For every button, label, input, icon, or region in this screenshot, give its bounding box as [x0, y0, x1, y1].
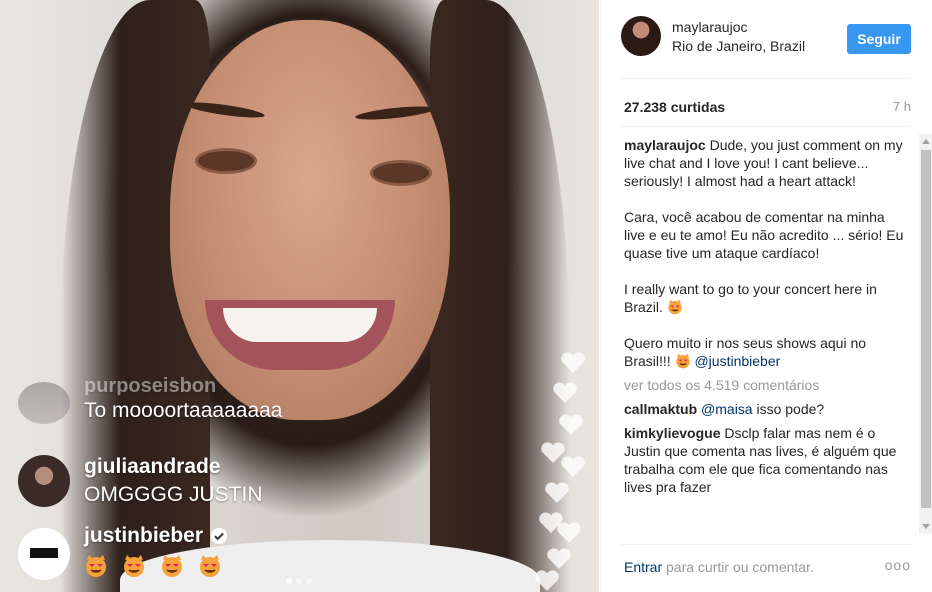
- avatar: [18, 382, 70, 424]
- live-comment-emojis: [84, 554, 230, 584]
- avatar: [18, 455, 70, 507]
- avatar: [18, 528, 70, 580]
- heart-icon: [559, 414, 583, 435]
- heart-icon: [561, 456, 585, 477]
- carousel-dot[interactable]: [306, 578, 312, 584]
- login-link[interactable]: Entrar: [624, 559, 662, 575]
- post-username[interactable]: maylaraujoc: [672, 19, 747, 35]
- photo-eye-left: [195, 148, 257, 174]
- live-comment-user: giuliaandrade: [84, 455, 221, 478]
- heart-icon: [547, 548, 571, 569]
- comment-username[interactable]: callmaktub: [624, 401, 697, 417]
- carousel-dots[interactable]: [286, 578, 312, 584]
- divider: [621, 544, 911, 545]
- avatar[interactable]: [621, 16, 661, 56]
- view-all-comments-link[interactable]: ver todos os 4.519 comentários: [624, 376, 909, 394]
- carousel-dot[interactable]: [296, 578, 302, 584]
- caption-paragraph: I really want to go to your concert here…: [624, 280, 909, 316]
- scroll-up-arrow-icon[interactable]: [922, 139, 930, 144]
- post-header: maylaraujoc Rio de Janeiro, Brazil Segui…: [621, 16, 911, 79]
- heart-icon: [561, 352, 585, 373]
- live-comment-text: OMGGGG JUSTIN: [84, 483, 263, 506]
- heart-eyes-cat-emoji: [161, 555, 182, 577]
- heart-icon: [557, 522, 581, 543]
- verified-badge-icon: [210, 527, 228, 545]
- comment-item: kimkylievogue Dsclp falar mas nem é o Ju…: [624, 424, 909, 496]
- heart-eyes-cat-emoji: [668, 299, 682, 315]
- heart-icon: [553, 382, 577, 403]
- live-comment-user: justinbieber: [84, 524, 230, 548]
- carousel-dot[interactable]: [286, 578, 292, 584]
- mention-link[interactable]: @justinbieber: [694, 353, 780, 369]
- mention-link[interactable]: @maisa: [701, 401, 753, 417]
- comments-list[interactable]: maylaraujoc Dude, you just comment on my…: [624, 136, 909, 532]
- post-time[interactable]: 7 h: [893, 99, 911, 114]
- divider: [621, 126, 911, 127]
- login-prompt-text: para curtir ou comentar.: [666, 559, 814, 575]
- live-video[interactable]: purposeisbon To moooortaaaaaaaa giuliaan…: [0, 0, 599, 592]
- comments-scrollbar[interactable]: [919, 134, 932, 534]
- live-comment: giuliaandrade OMGGGG JUSTIN: [18, 455, 263, 507]
- heart-eyes-cat-emoji: [86, 555, 106, 577]
- live-comment-username: justinbieber: [84, 524, 204, 547]
- more-options-icon[interactable]: ooo: [885, 557, 911, 573]
- comment-text: isso pode?: [756, 401, 825, 417]
- heart-icon: [535, 570, 559, 591]
- likes-count[interactable]: 27.238 curtidas: [624, 99, 725, 115]
- scroll-down-arrow-icon[interactable]: [922, 524, 930, 529]
- heart-eyes-cat-emoji: [675, 353, 690, 369]
- purpose-logo-icon: [30, 548, 58, 558]
- comment-username[interactable]: kimkylievogue: [624, 425, 721, 441]
- comment-item: callmaktub @maisa isso pode?: [624, 400, 909, 418]
- live-comment: justinbieber: [18, 524, 230, 584]
- post-side-panel: maylaraujoc Rio de Janeiro, Brazil Segui…: [600, 0, 932, 592]
- follow-button[interactable]: Seguir: [847, 24, 911, 54]
- live-comment-user: purposeisbon: [84, 377, 217, 395]
- live-comment: purposeisbon To moooortaaaaaaaa: [18, 377, 283, 424]
- caption-username[interactable]: maylaraujoc: [624, 137, 706, 153]
- photo-eye-right: [370, 160, 432, 186]
- heart-eyes-cat-emoji: [199, 555, 220, 577]
- post-location[interactable]: Rio de Janeiro, Brazil: [672, 38, 805, 54]
- scrollbar-thumb[interactable]: [921, 150, 931, 508]
- heart-icon: [545, 482, 569, 503]
- login-prompt: Entrar para curtir ou comentar.: [624, 559, 814, 575]
- caption-paragraph: Cara, você acabou de comentar na minha l…: [624, 209, 904, 261]
- caption-paragraph: maylaraujoc Dude, you just comment on my…: [624, 136, 909, 190]
- caption-paragraph: Quero muito ir nos seus shows aqui no Br…: [624, 334, 909, 370]
- live-comment-text: To moooortaaaaaaaa: [84, 399, 283, 422]
- heart-eyes-cat-emoji: [123, 555, 144, 577]
- floating-hearts: [530, 350, 599, 592]
- caption-text: I really want to go to your concert here…: [624, 281, 877, 315]
